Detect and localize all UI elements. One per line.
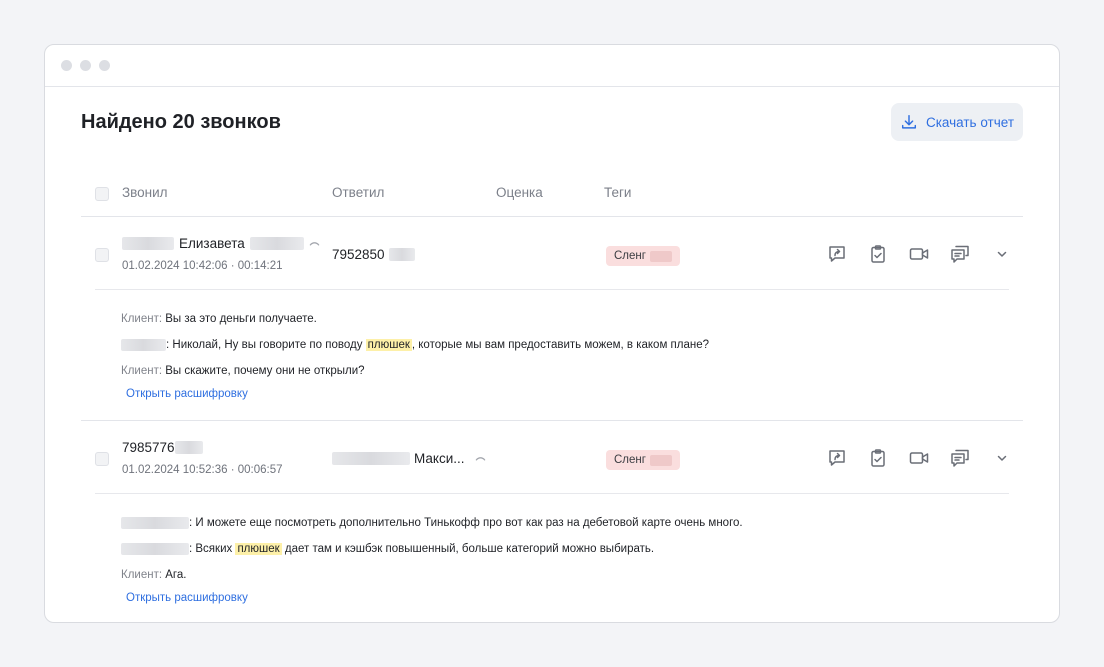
share-button[interactable] (826, 447, 848, 469)
transcript-line: Клиент: Ага. (121, 569, 187, 581)
checklist-button[interactable] (867, 243, 889, 265)
call-row: Елизавета 01.02.2024 10:42:06 · 00:14:21… (81, 217, 1023, 400)
open-transcript-link[interactable]: Открыть расшифровку (126, 388, 248, 400)
call-row: 7985776 01.02.2024 10:52:36 · 00:06:57 М… (81, 421, 1023, 604)
phone-icon (309, 242, 320, 246)
transcript-line: : И можете еще посмотреть дополнительно … (121, 510, 1023, 536)
row-actions (826, 447, 1009, 469)
chat-button[interactable] (949, 447, 971, 469)
call-datetime: 01.02.2024 10:42:06 · 00:14:21 (122, 260, 283, 272)
tag-badge: Сленг (606, 246, 680, 266)
transcript-line: Клиент: Вы скажите, почему они не открыл… (121, 365, 365, 377)
chat-icon (951, 245, 969, 263)
redacted-text (649, 250, 672, 262)
redacted-text (121, 543, 189, 555)
video-button[interactable] (908, 243, 930, 265)
call-summary[interactable]: Елизавета 01.02.2024 10:42:06 · 00:14:21… (95, 217, 1009, 290)
clipboard-check-icon (871, 449, 885, 467)
answered-number: 7952850 (332, 247, 415, 262)
download-report-label: Скачать отчет (925, 114, 1015, 130)
share-icon (829, 246, 845, 262)
phone-icon (475, 457, 485, 461)
share-button[interactable] (826, 243, 848, 265)
call-datetime: 01.02.2024 10:52:36 · 00:06:57 (122, 464, 283, 476)
open-transcript-link[interactable]: Открыть расшифровку (126, 592, 248, 604)
redacted-text (121, 517, 189, 529)
caller-name: Елизавета (122, 236, 320, 251)
window-dot-close[interactable] (61, 60, 72, 71)
transcript-snippet: : И можете еще посмотреть дополнительно … (81, 494, 1023, 604)
chevron-down-icon[interactable] (995, 247, 1009, 261)
window-dot-minimize[interactable] (80, 60, 91, 71)
video-button[interactable] (908, 447, 930, 469)
chat-button[interactable] (949, 243, 971, 265)
column-rating[interactable]: Оценка (496, 185, 543, 200)
table-header: Звонил Ответил Оценка Теги (81, 173, 1023, 217)
window-dot-maximize[interactable] (99, 60, 110, 71)
checklist-button[interactable] (867, 447, 889, 469)
window-titlebar (45, 45, 1059, 87)
row-checkbox[interactable] (95, 248, 109, 262)
select-all-checkbox[interactable] (95, 187, 109, 201)
share-icon (829, 450, 845, 466)
row-actions (826, 243, 1009, 265)
page-title: Найдено 20 звонков (81, 111, 281, 133)
tag-badge: Сленг (606, 450, 680, 470)
column-tags[interactable]: Теги (604, 185, 631, 200)
app-window: Найдено 20 звонков Скачать отчет Звонил … (44, 44, 1060, 623)
transcript-snippet: Клиент: Вы за это деньги получаете. : Ни… (81, 290, 1023, 400)
keyword-highlight: плюшек (365, 339, 412, 351)
redacted-text (388, 248, 415, 261)
caller-number: 7985776 (122, 440, 203, 455)
transcript-line: Клиент: Вы за это деньги получаете. (121, 313, 317, 325)
transcript-line: : Всяких плюшек дает там и кэшбэк повыше… (121, 536, 1023, 562)
transcript-line: : Николай, Ну вы говорите по поводу плюш… (121, 332, 1023, 358)
redacted-text (332, 452, 410, 465)
chevron-down-icon[interactable] (995, 451, 1009, 465)
download-icon (901, 114, 916, 129)
redacted-text (122, 237, 174, 250)
download-report-button[interactable]: Скачать отчет (891, 103, 1023, 141)
row-checkbox[interactable] (95, 452, 109, 466)
redacted-text (174, 441, 203, 454)
redacted-text (249, 237, 304, 250)
clipboard-check-icon (871, 245, 885, 263)
chat-icon (951, 449, 969, 467)
video-icon (909, 452, 929, 464)
video-icon (909, 248, 929, 260)
column-caller[interactable]: Звонил (122, 185, 168, 200)
column-answered[interactable]: Ответил (332, 185, 384, 200)
keyword-highlight: плюшек (235, 543, 282, 555)
call-summary[interactable]: 7985776 01.02.2024 10:52:36 · 00:06:57 М… (95, 421, 1009, 494)
redacted-text (649, 454, 672, 466)
answered-name: Макси... (332, 451, 486, 466)
redacted-text (121, 339, 166, 351)
